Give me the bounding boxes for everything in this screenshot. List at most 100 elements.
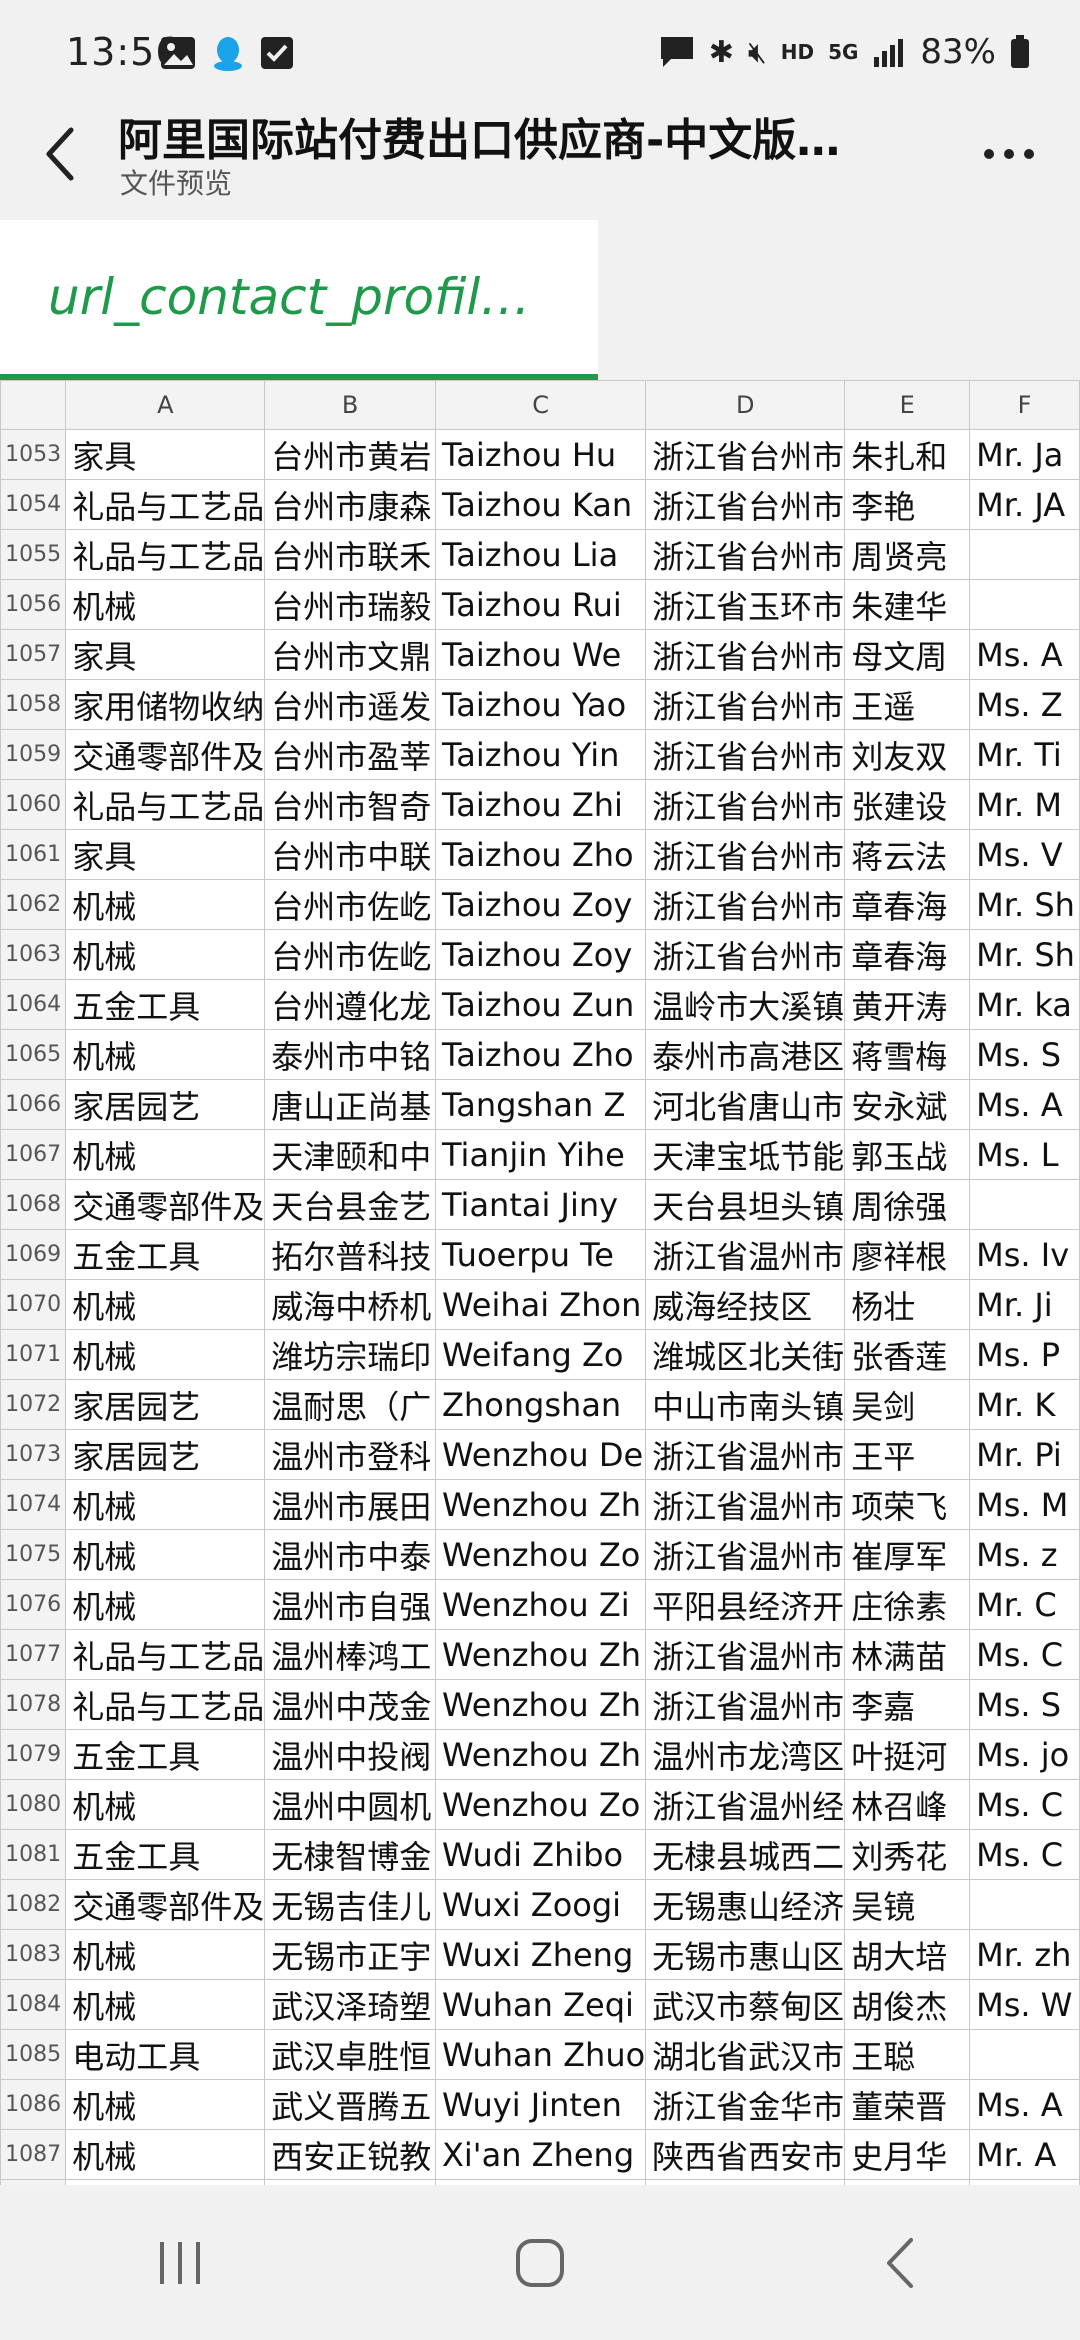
cell-f[interactable]: [969, 579, 1080, 630]
row-number[interactable]: 1068: [0, 1179, 67, 1230]
row-number[interactable]: 1078: [0, 1679, 67, 1730]
cell-d[interactable]: 浙江省台州市: [645, 879, 846, 930]
cell-a[interactable]: 机械: [65, 2129, 266, 2180]
row-number[interactable]: 1056: [0, 579, 67, 630]
cell-f[interactable]: Ms. jo: [969, 1729, 1080, 1780]
row-number[interactable]: 1055: [0, 529, 67, 580]
cell-f[interactable]: Mr. Pi: [969, 1429, 1080, 1480]
cell-b[interactable]: 拓尔普科技: [264, 1229, 436, 1280]
cell-a[interactable]: 五金工具: [65, 1729, 266, 1780]
cell-d[interactable]: 平阳县经济开: [645, 1579, 846, 1630]
cell-b[interactable]: 温耐思（广: [264, 1379, 436, 1430]
cell-b[interactable]: 台州市联禾: [264, 529, 436, 580]
cell-f[interactable]: Ms. M: [969, 1479, 1080, 1530]
cell-c[interactable]: Taizhou Yin: [434, 729, 647, 780]
column-header-e[interactable]: E: [844, 380, 971, 430]
cell-c[interactable]: Taizhou Zhi: [434, 779, 647, 830]
cell-a[interactable]: 家具: [65, 829, 266, 880]
cell-e[interactable]: 崔厚军: [844, 1529, 971, 1580]
row-number[interactable]: 1066: [0, 1079, 67, 1130]
row-number[interactable]: 1058: [0, 679, 67, 730]
row-number[interactable]: 1071: [0, 1329, 67, 1380]
cell-e[interactable]: 刘秀花: [844, 1829, 971, 1880]
cell-e[interactable]: 朱扎和: [844, 429, 971, 480]
cell-b[interactable]: 唐山正尚基: [264, 1079, 436, 1130]
cell-d[interactable]: 威海经技区: [645, 1279, 846, 1330]
cell-c[interactable]: Taizhou Zoy: [434, 879, 647, 930]
cell-f[interactable]: Ms. Z: [969, 679, 1080, 730]
cell-b[interactable]: 天津颐和中: [264, 1129, 436, 1180]
cell-f[interactable]: Ms. Iv: [969, 1229, 1080, 1280]
cell-c[interactable]: Wenzhou Zh: [434, 1629, 647, 1680]
cell-e[interactable]: 朱建华: [844, 579, 971, 630]
cell-a[interactable]: 五金工具: [65, 1229, 266, 1280]
cell-f[interactable]: Ms. A: [969, 2079, 1080, 2130]
cell-e[interactable]: 张香莲: [844, 1329, 971, 1380]
cell-c[interactable]: Taizhou Kan: [434, 479, 647, 530]
row-number[interactable]: 1081: [0, 1829, 67, 1880]
cell-c[interactable]: Zhongshan: [434, 1379, 647, 1430]
cell-f[interactable]: Mr. Sh: [969, 929, 1080, 980]
row-number[interactable]: 1080: [0, 1779, 67, 1830]
cell-b[interactable]: 台州市康森: [264, 479, 436, 530]
row-number[interactable]: 1062: [0, 879, 67, 930]
cell-e[interactable]: 黄开涛: [844, 979, 971, 1030]
cell-b[interactable]: 温州市中泰: [264, 1529, 436, 1580]
cell-c[interactable]: Taizhou Hu: [434, 429, 647, 480]
cell-f[interactable]: Ms. A: [969, 1079, 1080, 1130]
row-number[interactable]: 1077: [0, 1629, 67, 1680]
cell-a[interactable]: 机械: [65, 1529, 266, 1580]
cell-a[interactable]: 机械: [65, 1329, 266, 1380]
column-header-b[interactable]: B: [264, 380, 436, 430]
cell-a[interactable]: 交通零部件及: [65, 1179, 266, 1230]
row-number[interactable]: 1074: [0, 1479, 67, 1530]
cell-b[interactable]: 潍坊宗瑞印: [264, 1329, 436, 1380]
cell-e[interactable]: 张建设: [844, 779, 971, 830]
cell-c[interactable]: Wuhan Zhuo: [434, 2029, 647, 2080]
cell-d[interactable]: 泰州市高港区: [645, 1029, 846, 1080]
cell-b[interactable]: 温州中投阀: [264, 1729, 436, 1780]
row-number[interactable]: 1065: [0, 1029, 67, 1080]
cell-c[interactable]: Wudi Zhibo: [434, 1829, 647, 1880]
cell-a[interactable]: 机械: [65, 929, 266, 980]
cell-f[interactable]: Ms. W: [969, 1979, 1080, 2030]
cell-f[interactable]: [969, 2029, 1080, 2080]
cell-a[interactable]: 家居园艺: [65, 1429, 266, 1480]
cell-b[interactable]: 台州市中联: [264, 829, 436, 880]
cell-a[interactable]: 机械: [65, 1579, 266, 1630]
row-number[interactable]: 1082: [0, 1879, 67, 1930]
cell-e[interactable]: 王平: [844, 1429, 971, 1480]
cell-a[interactable]: 机械: [65, 1979, 266, 2030]
cell-b[interactable]: 温州市展田: [264, 1479, 436, 1530]
cell-b[interactable]: 台州市黄岩: [264, 429, 436, 480]
cell-c[interactable]: Taizhou Zoy: [434, 929, 647, 980]
cell-f[interactable]: Ms. C: [969, 1779, 1080, 1830]
cell-f[interactable]: Ms. L: [969, 1129, 1080, 1180]
cell-c[interactable]: Xi'an Zheng: [434, 2129, 647, 2180]
row-number[interactable]: 1075: [0, 1529, 67, 1580]
cell-b[interactable]: 台州市佐屹: [264, 879, 436, 930]
cell-c[interactable]: Taizhou Yao: [434, 679, 647, 730]
cell-b[interactable]: 武汉泽琦塑: [264, 1979, 436, 2030]
cell-e[interactable]: 周徐强: [844, 1179, 971, 1230]
cell-d[interactable]: 浙江省金华市: [645, 2079, 846, 2130]
cell-d[interactable]: 浙江省台州市: [645, 529, 846, 580]
cell-e[interactable]: 廖祥根: [844, 1229, 971, 1280]
cell-a[interactable]: 家具: [65, 629, 266, 680]
cell-a[interactable]: 家用储物收纳: [65, 679, 266, 730]
cell-c[interactable]: Tiantai Jiny: [434, 1179, 647, 1230]
cell-f[interactable]: Ms. C: [969, 1629, 1080, 1680]
cell-d[interactable]: 河北省唐山市: [645, 1079, 846, 1130]
cell-c[interactable]: Taizhou We: [434, 629, 647, 680]
spreadsheet-view[interactable]: A B C D E F 1053 家具 台州市黄岩 Taizhou Hu 浙江省台州市朱…: [0, 380, 1080, 2185]
cell-b[interactable]: 无棣智博金: [264, 1829, 436, 1880]
cell-f[interactable]: Mr. zh: [969, 1929, 1080, 1980]
cell-c[interactable]: Tianjin Yihe: [434, 1129, 647, 1180]
cell-a[interactable]: 机械: [65, 1479, 266, 1530]
cell-c[interactable]: Wuhan Zeqi: [434, 1979, 647, 2030]
home-button[interactable]: [480, 2213, 600, 2313]
cell-a[interactable]: 家居园艺: [65, 1379, 266, 1430]
corner-cell[interactable]: [0, 380, 67, 430]
cell-b[interactable]: 台州市智奇: [264, 779, 436, 830]
cell-d[interactable]: 浙江省台州市: [645, 729, 846, 780]
